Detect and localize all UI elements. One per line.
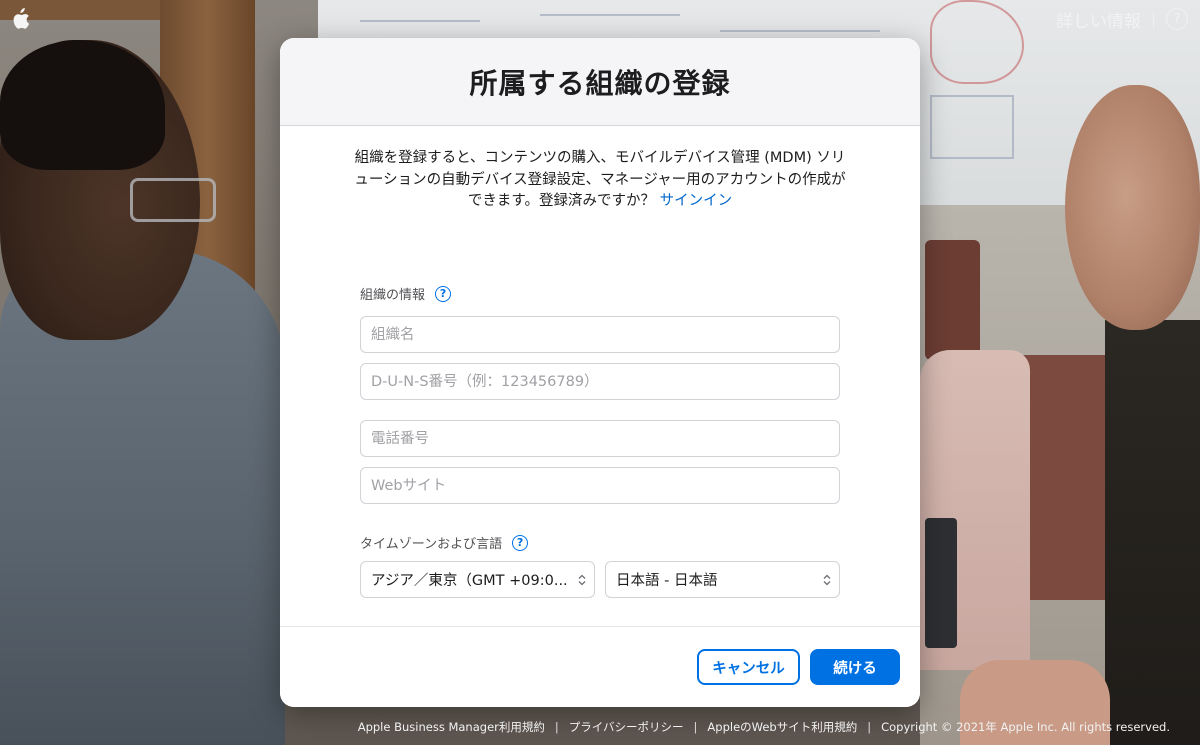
- timezone-select-value: アジア／東京（GMT +09:0...: [371, 573, 568, 589]
- cancel-button[interactable]: キャンセル: [697, 649, 800, 685]
- timezone-language-section-label: タイムゾーンおよび言語 ?: [360, 533, 529, 552]
- app-root: 詳しい情報 | ? 所属する組織の登録 組織を登録すると、コンテンツの購入、モバ…: [0, 0, 1200, 745]
- org-info-help-icon[interactable]: ?: [435, 285, 452, 302]
- footer-copyright: Copyright © 2021年 Apple Inc. All rights …: [881, 720, 1170, 734]
- timezone-select[interactable]: アジア／東京（GMT +09:0...: [360, 561, 595, 598]
- intro-text-block: 組織を登録すると、コンテンツの購入、モバイルデバイス管理 (MDM) ソリューシ…: [350, 148, 850, 213]
- language-select-value: 日本語 - 日本語: [616, 573, 718, 589]
- bg-tablet: [925, 518, 957, 648]
- select-chevron-icon: [578, 574, 586, 586]
- footer-separator: |: [554, 720, 559, 734]
- bg-glasses: [130, 178, 216, 222]
- help-icon-glyph: ?: [1173, 11, 1181, 27]
- help-icon[interactable]: ?: [1166, 8, 1188, 30]
- footer-link-terms[interactable]: Apple Business Manager利用規約: [358, 719, 545, 735]
- timezone-help-icon[interactable]: ?: [512, 534, 529, 551]
- register-organization-dialog: 所属する組織の登録 組織を登録すると、コンテンツの購入、モバイルデバイス管理 (…: [280, 38, 920, 707]
- footer-separator: |: [867, 720, 872, 734]
- bg-whiteboard-line: [540, 14, 680, 16]
- footer-separator: |: [693, 720, 698, 734]
- timezone-language-label: タイムゾーンおよび言語: [360, 537, 503, 552]
- org-info-section-label: 組織の情報 ?: [360, 284, 452, 303]
- dialog-title: 所属する組織の登録: [469, 66, 731, 100]
- top-links: 詳しい情報 | ?: [1056, 6, 1188, 32]
- more-info-link[interactable]: 詳しい情報: [1056, 7, 1141, 32]
- duns-number-input[interactable]: [360, 363, 840, 400]
- select-chevron-icon: [823, 574, 831, 586]
- website-input[interactable]: [360, 467, 840, 504]
- sign-in-link[interactable]: サインイン: [660, 193, 733, 209]
- bg-whiteboard-line: [720, 30, 880, 32]
- footer-link-website-terms[interactable]: AppleのWebサイト利用規約: [707, 719, 857, 735]
- bg-whiteboard-table: [930, 95, 1014, 159]
- continue-button[interactable]: 続ける: [810, 649, 900, 685]
- page-footer: Apple Business Manager利用規約 | プライバシーポリシー …: [0, 719, 1170, 735]
- bg-chair: [925, 240, 980, 360]
- bg-hair: [0, 40, 165, 170]
- org-info-label: 組織の情報: [360, 288, 426, 303]
- apple-logo-icon[interactable]: [10, 8, 30, 30]
- dialog-body[interactable]: 組織を登録すると、コンテンツの購入、モバイルデバイス管理 (MDM) ソリューシ…: [280, 126, 920, 626]
- timezone-help-glyph: ?: [516, 536, 524, 549]
- org-name-input[interactable]: [360, 316, 840, 353]
- dialog-footer: キャンセル 続ける: [280, 626, 920, 707]
- bg-person-head: [1065, 85, 1200, 330]
- bg-person: [1105, 320, 1200, 745]
- language-select[interactable]: 日本語 - 日本語: [605, 561, 840, 598]
- footer-link-privacy[interactable]: プライバシーポリシー: [569, 719, 684, 735]
- dialog-header: 所属する組織の登録: [280, 38, 920, 126]
- phone-number-input[interactable]: [360, 420, 840, 457]
- intro-text: 組織を登録すると、コンテンツの購入、モバイルデバイス管理 (MDM) ソリューシ…: [354, 150, 846, 209]
- bg-whiteboard-line: [360, 20, 480, 22]
- top-separator: |: [1150, 10, 1156, 28]
- org-info-help-glyph: ?: [439, 287, 447, 300]
